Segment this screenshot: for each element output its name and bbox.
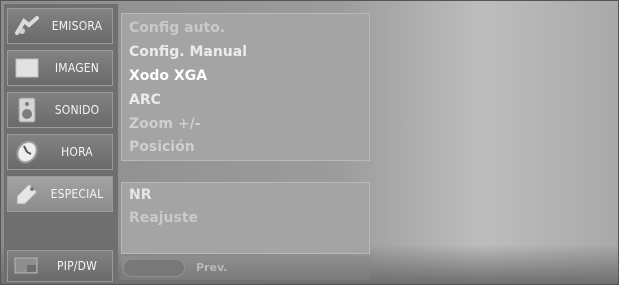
sidebar-item-sonido[interactable]: SONIDO	[7, 92, 113, 128]
sidebar-item-label: HORA	[61, 145, 93, 159]
menu-item-reajuste[interactable]: Reajuste	[129, 210, 198, 226]
menu-item-config-auto[interactable]: Config auto.	[129, 20, 225, 36]
sidebar-item-pip-dw[interactable]: PIP/DW	[7, 250, 113, 282]
sidebar-item-label: SONIDO	[54, 103, 100, 117]
clock-icon	[12, 137, 42, 167]
menu-item-arc[interactable]: ARC	[129, 92, 161, 108]
menu-item-config-manual[interactable]: Config. Manual	[129, 44, 247, 60]
prev-button-pill[interactable]	[123, 259, 185, 277]
pip-icon	[12, 251, 42, 281]
sidebar-item-emisora[interactable]: EMISORA	[7, 8, 113, 44]
sidebar-item-label: PIP/DW	[56, 259, 98, 273]
special-menu-panel: Config auto. Config. Manual Xodo XGA ARC…	[121, 13, 370, 161]
sidebar-item-label: IMAGEN	[54, 61, 100, 75]
osd-sidebar: EMISORA IMAGEN SONIDO HORA ESPECIAL PIP/…	[4, 4, 118, 282]
menu-item-posicion[interactable]: Posición	[129, 139, 195, 155]
sidebar-item-especial[interactable]: ESPECIAL	[7, 176, 113, 212]
picture-icon	[12, 53, 42, 83]
sidebar-item-label: EMISORA	[51, 19, 103, 33]
sidebar-item-hora[interactable]: HORA	[7, 134, 113, 170]
special-menu-panel-2: NR Reajuste	[121, 182, 370, 254]
tag-icon	[12, 179, 42, 209]
satellite-icon	[12, 11, 42, 41]
speaker-icon	[12, 95, 42, 125]
prev-label: Prev.	[196, 261, 228, 274]
menu-item-nr[interactable]: NR	[129, 187, 152, 203]
sidebar-item-imagen[interactable]: IMAGEN	[7, 50, 113, 86]
menu-item-xodo-xga[interactable]: Xodo XGA	[129, 68, 207, 84]
menu-item-zoom[interactable]: Zoom +/-	[129, 116, 201, 132]
sidebar-item-label: ESPECIAL	[50, 187, 104, 201]
